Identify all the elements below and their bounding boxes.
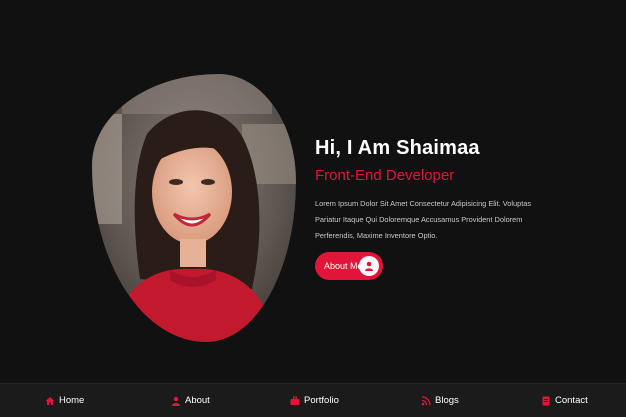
home-icon: [45, 396, 55, 406]
nav-item-about[interactable]: About: [171, 384, 210, 417]
nav-item-blogs[interactable]: Blogs: [421, 384, 459, 417]
user-icon: [171, 396, 181, 406]
nav-item-home[interactable]: Home: [45, 384, 84, 417]
nav-item-label: Portfolio: [304, 395, 339, 406]
contact-icon: [541, 396, 551, 406]
blog-icon: [421, 395, 431, 406]
user-icon: [359, 256, 379, 276]
nav-item-portfolio[interactable]: Portfolio: [290, 384, 339, 417]
briefcase-icon: [290, 396, 300, 406]
greeting-heading: Hi, I Am Shaimaa: [315, 137, 480, 159]
bottom-navigation: Home About Portfolio Blogs Contact: [0, 383, 626, 417]
role-title: Front-End Developer: [315, 167, 455, 184]
nav-item-label: Blogs: [435, 395, 459, 406]
hero-section: Hi, I Am Shaimaa Front-End Developer Lor…: [0, 0, 626, 383]
profile-photo: [92, 74, 296, 342]
about-me-button-label: About Me: [324, 261, 363, 271]
nav-item-label: Home: [59, 395, 85, 406]
nav-item-label: Contact: [555, 395, 588, 406]
nav-item-label: About: [185, 395, 210, 406]
about-me-button[interactable]: About Me: [315, 252, 383, 280]
intro-text: Hi, I Am Shaimaa Front-End Developer Lor…: [315, 136, 615, 244]
intro-description: Lorem Ipsum Dolor Sit Amet Consectetur A…: [315, 199, 532, 240]
nav-item-contact[interactable]: Contact: [541, 384, 588, 417]
